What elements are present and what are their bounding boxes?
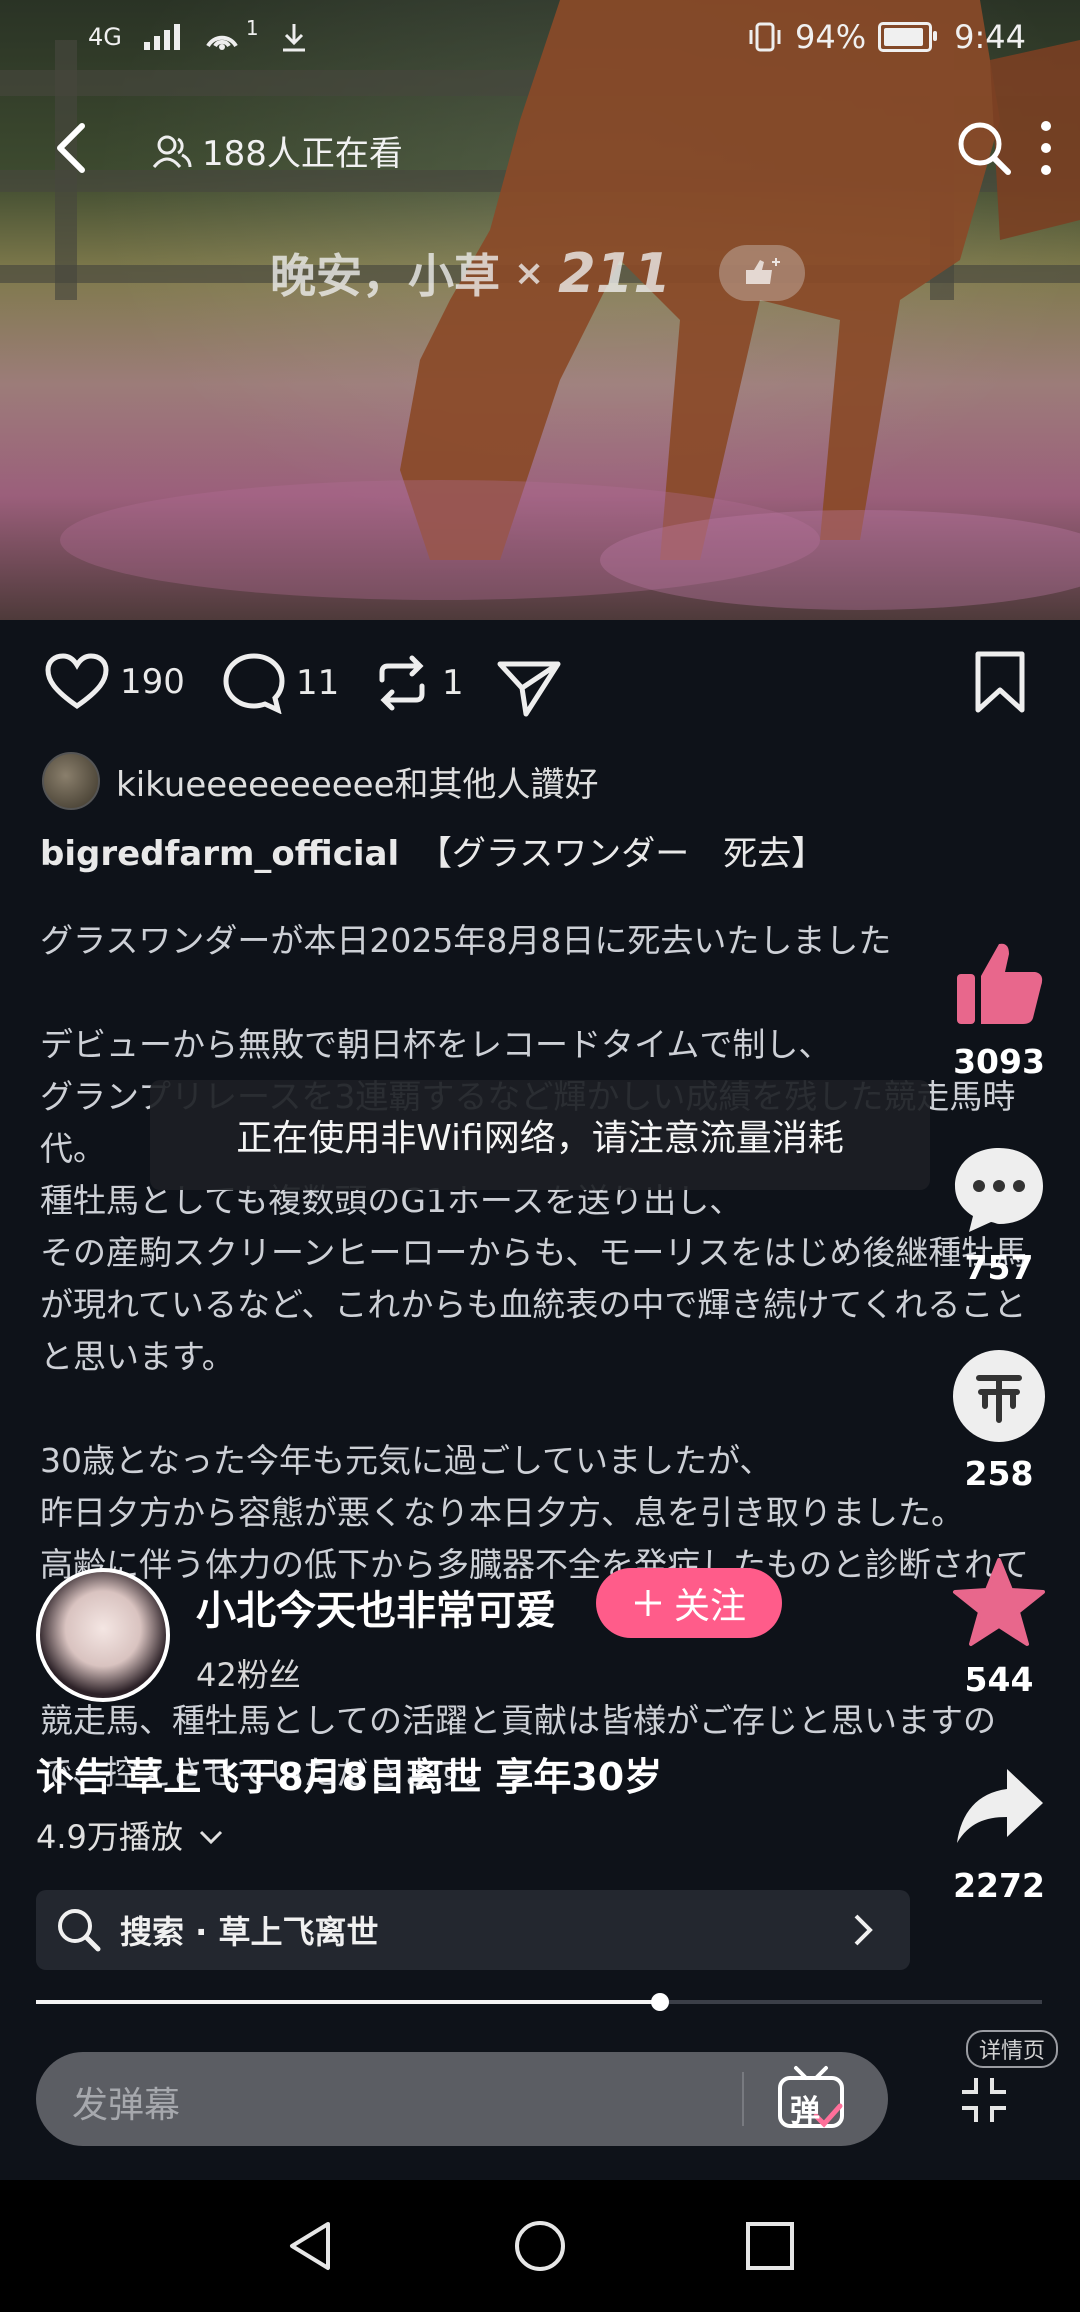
status-bar: 4G 1 94% 9:44 (0, 0, 1080, 84)
progress-knob[interactable] (650, 1993, 669, 2011)
search-icon (58, 1909, 101, 1952)
account-name[interactable]: bigredfarm_official (40, 834, 399, 874)
uploader-info: 小北今天也非常可爱 42粉丝 关注 (36, 1568, 782, 1702)
battery-percent: 94% (795, 18, 867, 56)
video-title: 讣告 草上飞于8月8日离世 享年30岁 (36, 1755, 663, 1799)
chevron-down-icon (200, 1830, 223, 1845)
vibrate-icon (749, 22, 781, 52)
gift-multiplier: × (514, 252, 545, 294)
comment-count: 11 (296, 663, 340, 703)
rail-favorite-count: 544 (964, 1660, 1034, 1699)
comment-dots-icon (955, 1148, 1043, 1232)
repost-action[interactable]: 1 (372, 652, 464, 714)
comment-action[interactable]: 11 (222, 652, 339, 714)
post-actions: 190 11 1 (0, 642, 1080, 732)
nav-back-icon[interactable] (282, 2216, 338, 2276)
heart-icon (45, 653, 109, 710)
related-search-text: 搜索 · 草上飞离世 (120, 1913, 379, 1951)
rail-coin[interactable]: 258 (944, 1346, 1054, 1493)
play-count-text: 4.9万播放 (36, 1818, 183, 1856)
plus-one-button[interactable] (718, 245, 805, 301)
rail-like[interactable]: 3093 (944, 934, 1054, 1081)
download-icon (282, 24, 305, 52)
viewer-count-text: 188人正在看 (202, 134, 403, 174)
rail-favorite[interactable]: 544 (944, 1552, 1054, 1699)
rail-share-count: 2272 (953, 1866, 1045, 1905)
share-arrow-icon (957, 1769, 1043, 1843)
danmu-toggle[interactable]: 弹 (776, 2064, 846, 2134)
uploader-avatar[interactable] (36, 1568, 170, 1702)
danmu-divider (742, 2072, 744, 2126)
more-vertical-icon[interactable] (1028, 116, 1064, 180)
gift-notice-text: 晚安，小草 (270, 249, 500, 303)
liked-by-text: kikueeeeeeeeee和其他人讚好 (116, 764, 599, 805)
thumb-plus-icon (745, 258, 780, 284)
nav-recents-icon[interactable] (742, 2216, 798, 2276)
chevron-right-icon (854, 1914, 873, 1946)
hotspot-count: 1 (245, 16, 259, 40)
viewer-count: 188人正在看 (152, 126, 403, 175)
search-icon[interactable] (954, 118, 1014, 178)
post-caption: bigredfarm_official 【グラスワンダー 死去】 (40, 826, 825, 875)
exit-fullscreen-icon[interactable] (958, 2074, 1010, 2126)
horse-image (60, 0, 1080, 610)
plus-icon (634, 1590, 661, 1616)
rail-comment-count: 757 (964, 1248, 1034, 1287)
detail-page-button[interactable]: 详情页 (966, 2030, 1058, 2068)
gift-notice: 晚安，小草 × 211 (270, 240, 805, 306)
rail-coin-count: 258 (964, 1454, 1034, 1493)
coin-icon (953, 1350, 1045, 1442)
post-headline: 【グラスワンダー 死去】 (417, 834, 826, 874)
liker-avatar (42, 752, 100, 810)
danmu-placeholder: 发弹幕 (72, 2085, 181, 2126)
back-arrow-icon[interactable] (46, 118, 96, 178)
follow-button[interactable]: 关注 (596, 1568, 782, 1638)
post-body: グラスワンダーが本日2025年8月8日に死去いたしました デビューから無敗で朝日… (40, 921, 1030, 1792)
like-count: 190 (120, 662, 185, 702)
comment-bubble-icon (223, 653, 285, 714)
bookmark-icon[interactable] (972, 650, 1028, 716)
network-toast: 正在使用非Wifi网络，请注意流量消耗 (150, 1080, 930, 1190)
danmu-label: 弹 (790, 2094, 820, 2129)
like-action[interactable]: 190 (44, 652, 185, 712)
people-icon (152, 135, 192, 168)
follow-label: 关注 (673, 1586, 746, 1627)
repost-count: 1 (442, 663, 464, 703)
signal-icon (143, 24, 180, 50)
rail-like-count: 3093 (953, 1042, 1045, 1081)
nav-home-icon[interactable] (512, 2216, 568, 2276)
uploader-fans: 42粉丝 (196, 1656, 301, 1694)
rail-comment[interactable]: 757 (944, 1140, 1054, 1287)
clock: 9:44 (954, 18, 1026, 56)
hotspot-icon (206, 35, 238, 50)
thumbs-up-icon (957, 943, 1043, 1024)
play-count[interactable]: 4.9万播放 (36, 1812, 225, 1858)
related-search-bar[interactable]: 搜索 · 草上飞离世 (36, 1890, 910, 1970)
danmu-input[interactable]: 发弹幕 弹 (36, 2052, 888, 2146)
rail-share[interactable]: 2272 (944, 1758, 1054, 1905)
repost-icon (379, 655, 425, 711)
battery-icon (878, 22, 938, 52)
star-icon (953, 1558, 1045, 1646)
top-bar: 188人正在看 (0, 110, 1080, 190)
video-progress-bar[interactable] (36, 1993, 1042, 2011)
progress-played (36, 2000, 660, 2004)
gift-count: 211 (558, 241, 671, 305)
network-indicator: 4G (88, 23, 122, 51)
video-frame[interactable] (0, 0, 1080, 620)
send-icon[interactable] (496, 656, 564, 718)
uploader-name[interactable]: 小北今天也非常可爱 (196, 1578, 556, 1636)
liked-by[interactable]: kikueeeeeeeeee和其他人讚好 (42, 752, 599, 810)
system-nav-bar (0, 2180, 1080, 2312)
